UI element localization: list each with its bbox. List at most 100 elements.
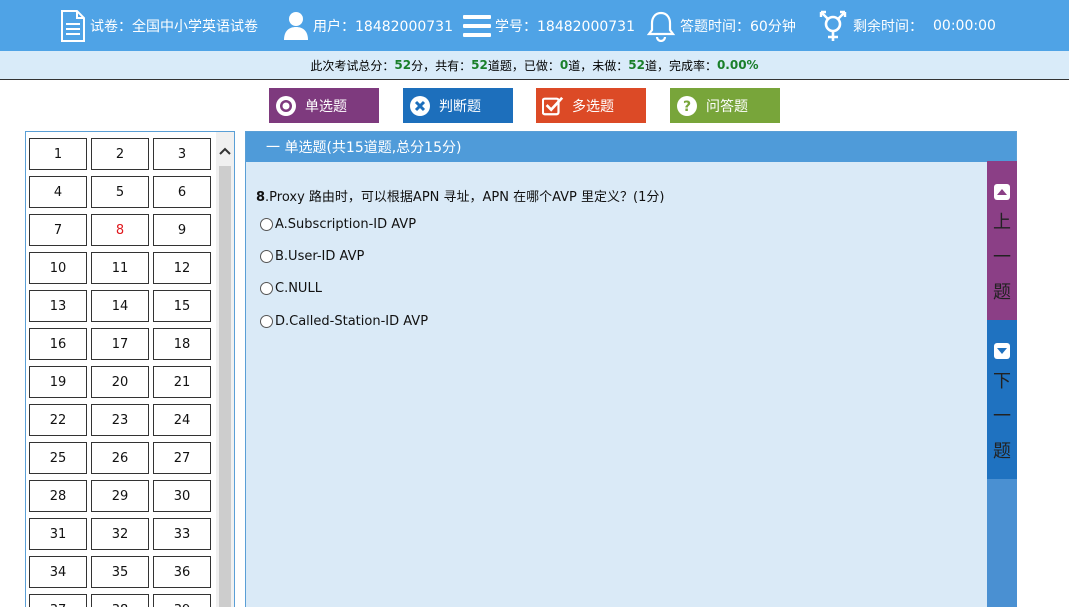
question-number-button[interactable]: 8 [91, 214, 149, 246]
document-icon [61, 9, 85, 42]
question-text: 8.Proxy 路由时，可以根据APN 寻址，APN 在哪个AVP 里定义？(1… [256, 186, 664, 205]
stats-prefix: 此次考试总分： [310, 58, 395, 73]
paper-info: 试卷：全国中小学英语试卷 [60, 0, 258, 51]
question-number-button[interactable]: 11 [91, 252, 149, 284]
total-questions: 52 [471, 58, 488, 72]
question-number-button[interactable]: 21 [153, 366, 211, 398]
question-number-button[interactable]: 15 [153, 290, 211, 322]
arrow-down-box-icon [994, 343, 1010, 359]
question-number-button[interactable]: 39 [153, 594, 211, 607]
question-number-button[interactable]: 27 [153, 442, 211, 474]
question-number-button[interactable]: 1 [29, 138, 87, 170]
option-a[interactable]: A.Subscription-ID AVP [260, 217, 416, 232]
paper-label: 试卷：全国中小学英语试卷 [90, 18, 258, 35]
question-number-button[interactable]: 18 [153, 328, 211, 360]
question-number-button[interactable]: 31 [29, 518, 87, 550]
true-false-button[interactable]: 判断题 [403, 88, 513, 123]
student-id-label: 学号：18482000731 [495, 18, 635, 35]
student-id-info: 学号：18482000731 [463, 0, 635, 51]
user-label: 用户：18482000731 [313, 18, 453, 35]
question-body: .Proxy 路由时，可以根据APN 寻址，APN 在哪个AVP 里定义？(1分… [265, 190, 665, 205]
question-number-button[interactable]: 3 [153, 138, 211, 170]
radio-button[interactable] [260, 250, 273, 263]
type-label: 问答题 [706, 98, 748, 115]
question-number-button[interactable]: 20 [91, 366, 149, 398]
option-c[interactable]: C.NULL [260, 281, 322, 296]
stats-text: 道，未做： [568, 58, 629, 73]
navigator-scrollbar[interactable] [216, 132, 234, 607]
time-info: 答题时间：60分钟 [646, 0, 796, 51]
previous-label: 上一题 [993, 212, 1011, 303]
question-number-button[interactable]: 6 [153, 176, 211, 208]
remaining-info: 剩余时间： 00:00:00 [817, 0, 996, 51]
user-info: 用户：18482000731 [283, 0, 453, 51]
question-number-button[interactable]: 10 [29, 252, 87, 284]
question-number-button[interactable]: 37 [29, 594, 87, 607]
svg-text:?: ? [683, 99, 691, 115]
next-label: 下一题 [993, 371, 1011, 462]
question-panel: 一 单选题(共15道题,总分15分) 8.Proxy 路由时，可以根据APN 寻… [245, 131, 1017, 607]
question-number-button[interactable]: 34 [29, 556, 87, 588]
done-count: 0 [559, 58, 569, 72]
remaining-label: 剩余时间： [853, 18, 923, 35]
qa-button[interactable]: ? 问答题 [670, 88, 780, 123]
question-number-button[interactable]: 5 [91, 176, 149, 208]
question-number-button[interactable]: 19 [29, 366, 87, 398]
question-number-button[interactable]: 16 [29, 328, 87, 360]
question-number-button[interactable]: 7 [29, 214, 87, 246]
option-label: C.NULL [275, 281, 322, 296]
stats-text: 道，完成率： [644, 58, 717, 73]
question-number-button[interactable]: 25 [29, 442, 87, 474]
option-label: D.Called-Station-ID AVP [275, 314, 429, 329]
question-number-button[interactable]: 26 [91, 442, 149, 474]
single-choice-button[interactable]: 单选题 [269, 88, 379, 123]
question-number-button[interactable]: 13 [29, 290, 87, 322]
question-number-button[interactable]: 28 [29, 480, 87, 512]
scroll-up-icon[interactable] [219, 146, 231, 156]
target-icon [275, 95, 297, 117]
type-label: 多选题 [572, 98, 614, 115]
previous-question-button[interactable]: 上一题 [987, 161, 1017, 320]
question-number-button[interactable]: 2 [91, 138, 149, 170]
question-number: 8 [256, 190, 266, 205]
question-number-button[interactable]: 35 [91, 556, 149, 588]
option-label: A.Subscription-ID AVP [275, 217, 417, 232]
question-number-button[interactable]: 33 [153, 518, 211, 550]
bell-icon [646, 11, 676, 42]
question-number-button[interactable]: 4 [29, 176, 87, 208]
total-score: 52 [394, 58, 412, 72]
top-header: 试卷：全国中小学英语试卷 用户：18482000731 学号：184820007… [0, 0, 1069, 51]
question-number-button[interactable]: 36 [153, 556, 211, 588]
option-b[interactable]: B.User-ID AVP [260, 249, 364, 264]
question-number-button[interactable]: 22 [29, 404, 87, 436]
exam-stats-bar: 此次考试总分： 52 分，共有： 52 道题，已做： 0 道，未做： 52 道，… [0, 51, 1069, 80]
question-number-button[interactable]: 9 [153, 214, 211, 246]
question-number-button[interactable]: 38 [91, 594, 149, 607]
question-number-button[interactable]: 29 [91, 480, 149, 512]
question-pager: 上一题 下一题 [987, 161, 1017, 607]
time-label: 答题时间：60分钟 [680, 18, 796, 35]
scrollbar-thumb[interactable] [219, 166, 231, 607]
question-number-button[interactable]: 14 [91, 290, 149, 322]
menu-icon [463, 14, 491, 37]
remaining-time: 00:00:00 [933, 17, 996, 34]
multiple-choice-button[interactable]: 多选题 [536, 88, 646, 123]
radio-button[interactable] [260, 218, 273, 231]
question-number-button[interactable]: 24 [153, 404, 211, 436]
option-label: B.User-ID AVP [275, 249, 365, 264]
option-d[interactable]: D.Called-Station-ID AVP [260, 314, 428, 329]
question-number-button[interactable]: 17 [91, 328, 149, 360]
type-label: 判断题 [439, 98, 481, 115]
radio-button[interactable] [260, 315, 273, 328]
completion-rate: 0.00% [716, 58, 759, 72]
question-number-button[interactable]: 12 [153, 252, 211, 284]
question-number-button[interactable]: 23 [91, 404, 149, 436]
next-question-button[interactable]: 下一题 [987, 320, 1017, 479]
arrow-up-box-icon [994, 184, 1010, 200]
type-label: 单选题 [305, 98, 347, 115]
radio-button[interactable] [260, 282, 273, 295]
question-number-button[interactable]: 30 [153, 480, 211, 512]
question-number-button[interactable]: 32 [91, 518, 149, 550]
question-circle-icon: ? [676, 95, 698, 117]
undone-count: 52 [628, 58, 645, 72]
